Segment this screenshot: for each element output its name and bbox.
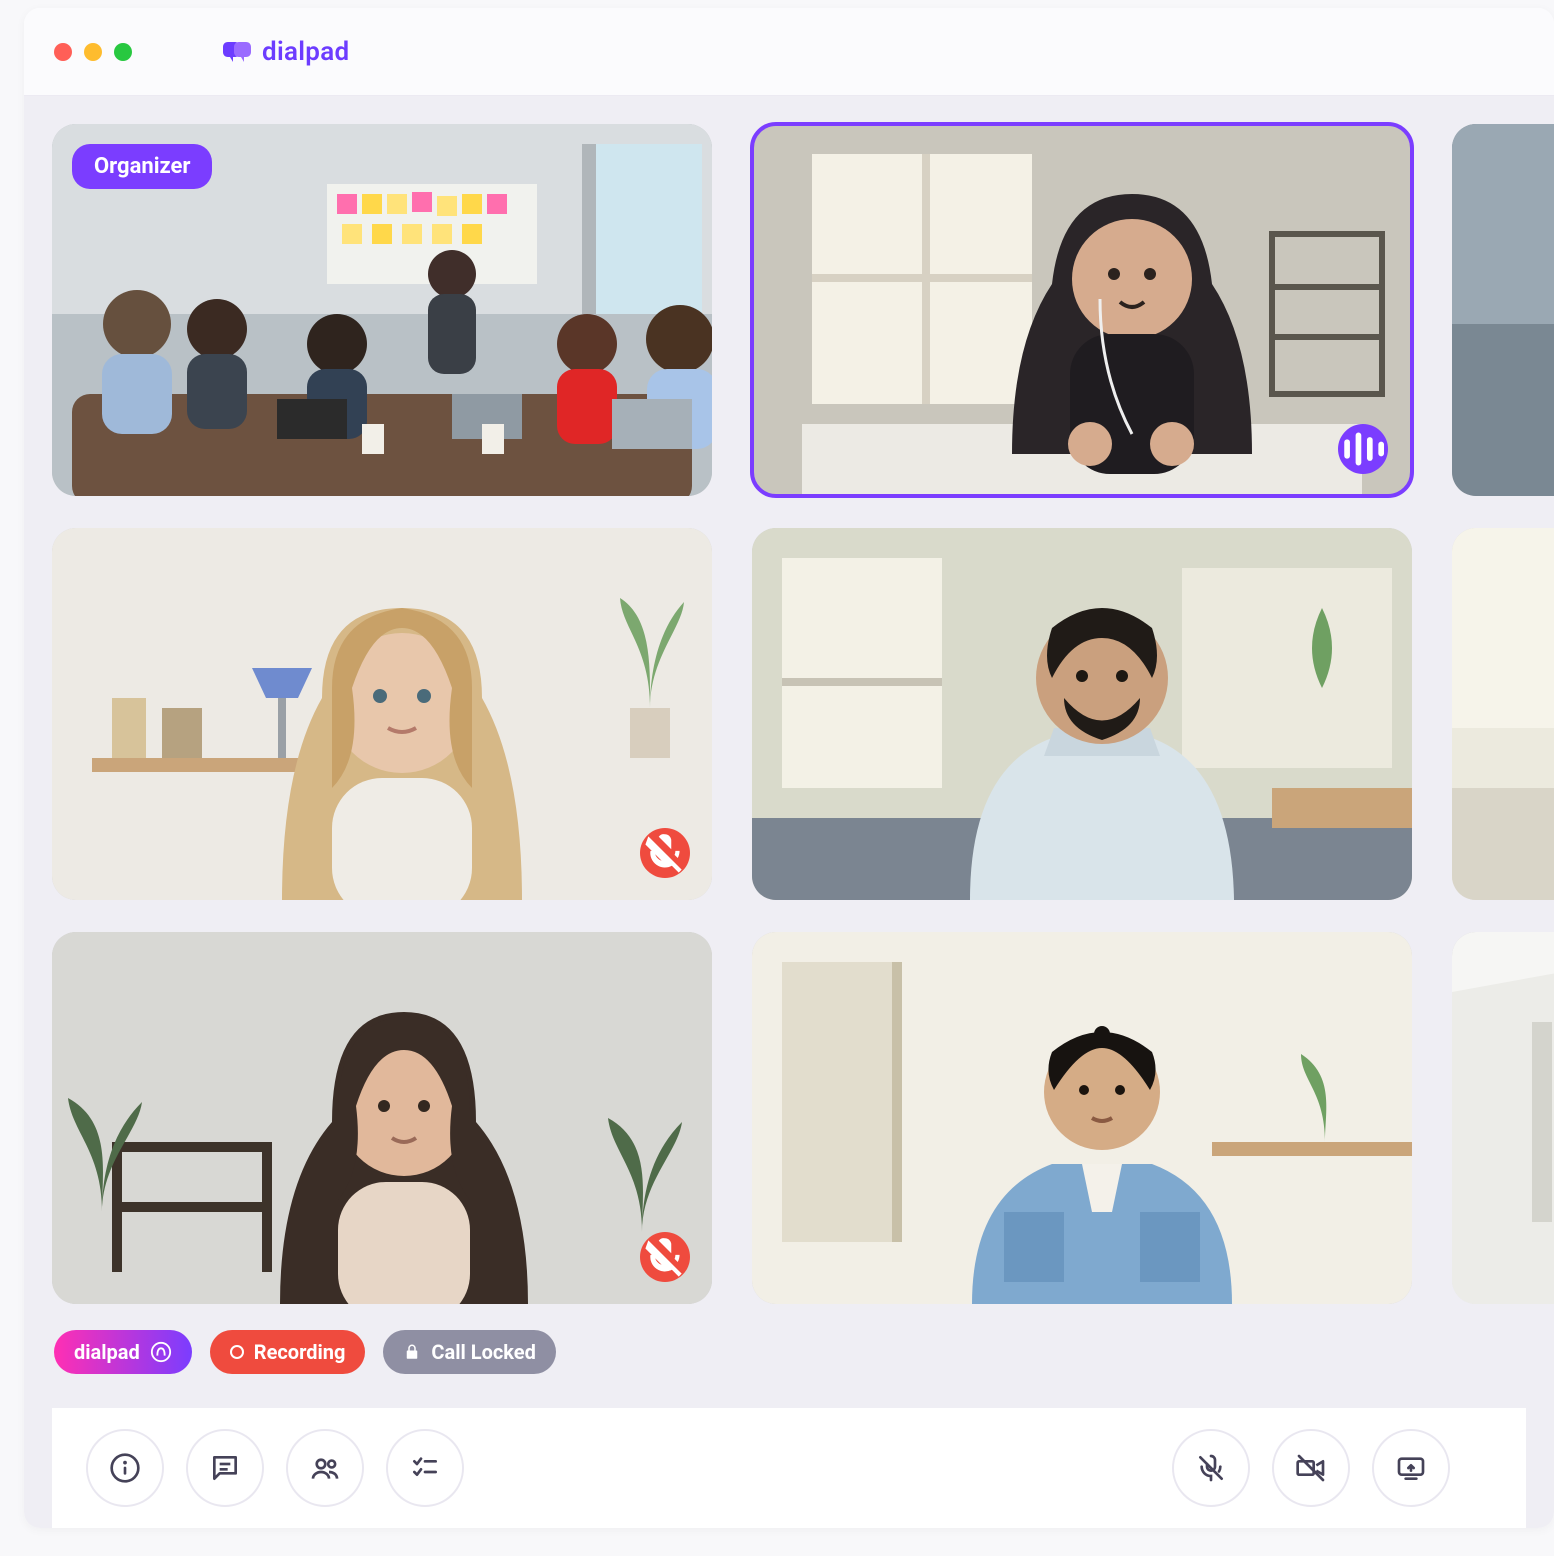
speaking-indicator-icon	[1338, 424, 1388, 474]
people-icon	[309, 1452, 341, 1484]
ai-pill-label: dialpad	[74, 1340, 140, 1364]
participants-grid: Organizer	[52, 124, 1526, 1304]
toolbar	[52, 1408, 1526, 1528]
app-window: dialpad	[24, 8, 1554, 1528]
organizer-badge: Organizer	[72, 144, 212, 189]
record-icon	[230, 1345, 244, 1359]
close-window-button[interactable]	[54, 43, 72, 61]
recording-pill[interactable]: Recording	[210, 1330, 366, 1374]
participant-tile[interactable]	[752, 932, 1412, 1304]
participant-tile[interactable]	[752, 528, 1412, 900]
call-locked-pill[interactable]: Call Locked	[383, 1330, 555, 1374]
info-button[interactable]	[86, 1429, 164, 1507]
organizer-badge-label: Organizer	[94, 154, 190, 179]
checklist-icon	[409, 1452, 441, 1484]
chat-icon	[209, 1452, 241, 1484]
camera-button[interactable]	[1272, 1429, 1350, 1507]
mute-button[interactable]	[1172, 1429, 1250, 1507]
ai-badge-icon	[150, 1341, 172, 1363]
brand: dialpad	[222, 37, 349, 67]
chat-button[interactable]	[186, 1429, 264, 1507]
recording-pill-label: Recording	[254, 1340, 346, 1364]
screen-share-icon	[1395, 1452, 1427, 1484]
brand-logo-icon	[222, 40, 252, 64]
screen-share-button[interactable]	[1372, 1429, 1450, 1507]
zoom-window-button[interactable]	[114, 43, 132, 61]
participant-tile[interactable]	[1452, 124, 1554, 496]
participants-button[interactable]	[286, 1429, 364, 1507]
muted-indicator-icon	[640, 1232, 690, 1282]
participant-tile[interactable]	[1452, 932, 1554, 1304]
info-icon	[109, 1452, 141, 1484]
window-controls	[54, 43, 132, 61]
lock-icon	[403, 1343, 421, 1361]
content-area: Organizer	[24, 96, 1554, 1528]
status-row: dialpad Recording Call Locked	[52, 1330, 1526, 1374]
muted-indicator-icon	[640, 828, 690, 878]
camera-off-icon	[1295, 1452, 1327, 1484]
brand-name: dialpad	[262, 37, 349, 67]
participant-tile[interactable]: Organizer	[52, 124, 712, 496]
ai-pill[interactable]: dialpad	[54, 1330, 192, 1374]
tasks-button[interactable]	[386, 1429, 464, 1507]
call-locked-pill-label: Call Locked	[431, 1340, 535, 1364]
mic-off-icon	[1195, 1452, 1227, 1484]
participant-tile[interactable]	[1452, 528, 1554, 900]
participant-tile[interactable]	[52, 528, 712, 900]
titlebar: dialpad	[24, 8, 1554, 96]
minimize-window-button[interactable]	[84, 43, 102, 61]
toolbar-overflow[interactable]	[1472, 1429, 1492, 1507]
participant-tile[interactable]	[52, 932, 712, 1304]
participant-tile[interactable]	[752, 124, 1412, 496]
